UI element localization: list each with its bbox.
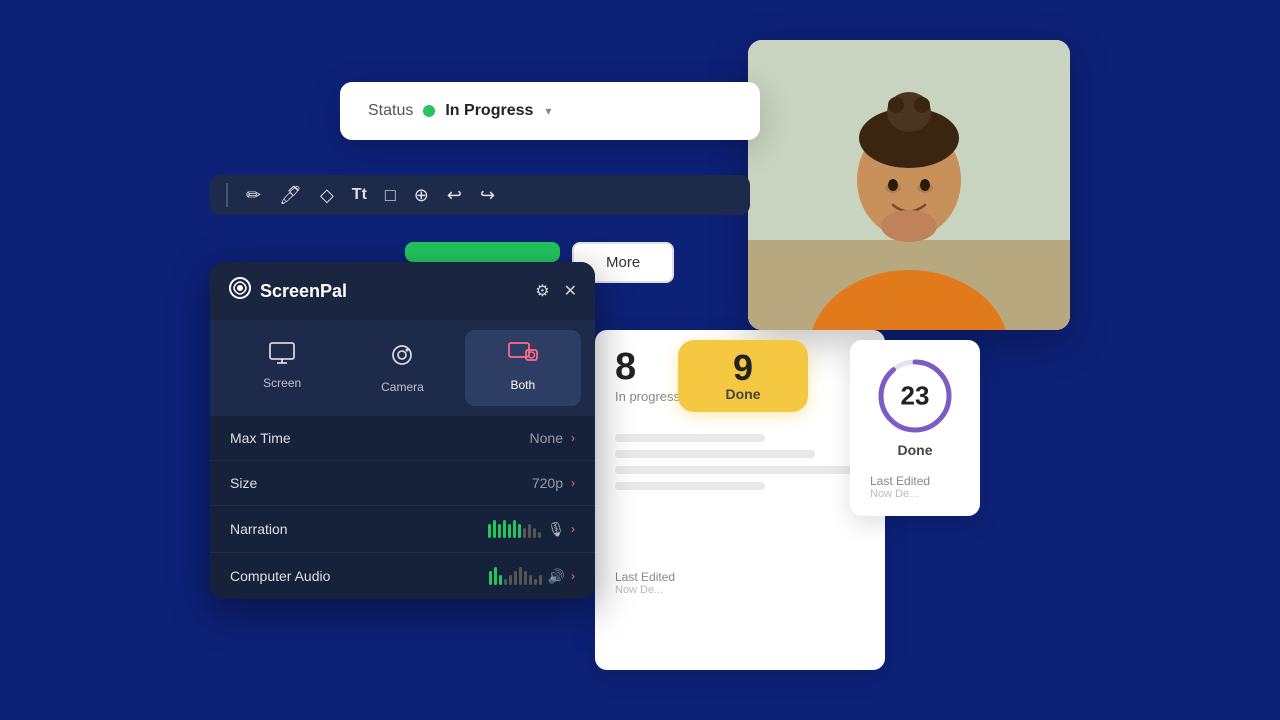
screenpal-panel: ScreenPal ⚙ ✕ Screen <box>210 262 595 599</box>
computer-audio-bars <box>489 567 542 585</box>
narration-bars <box>488 520 541 538</box>
panel-header-icons: ⚙ ✕ <box>535 281 577 301</box>
undo-icon[interactable]: ↩ <box>447 186 462 204</box>
last-edited-title: Last Edited <box>870 474 960 488</box>
done-badge-label: Done <box>726 386 761 402</box>
status-chevron-icon[interactable]: ▾ <box>545 104 551 118</box>
audio-bar <box>499 575 502 585</box>
audio-bar <box>533 528 536 538</box>
audio-bar <box>493 520 496 538</box>
done-badge-number: 9 <box>733 350 753 386</box>
audio-bar <box>509 575 512 585</box>
toolbar-divider <box>226 183 228 207</box>
eraser-icon[interactable]: ◇ <box>320 186 334 204</box>
shape-icon[interactable]: □ <box>385 186 396 204</box>
done-circle-card: 23 Done Last Edited Now De... <box>850 340 980 516</box>
zoom-icon[interactable]: ⊕ <box>414 186 429 204</box>
status-card: Status In Progress ▾ <box>340 82 760 140</box>
size-value: 720p <box>532 475 563 491</box>
circle-label: Done <box>898 442 933 458</box>
computer-audio-chevron-icon: › <box>571 569 575 583</box>
audio-bar <box>498 524 501 538</box>
redo-icon[interactable]: ↪ <box>480 186 495 204</box>
computer-audio-label: Computer Audio <box>230 568 489 584</box>
narration-chevron-icon: › <box>571 522 575 536</box>
audio-bar <box>514 571 517 585</box>
panel-header: ScreenPal ⚙ ✕ <box>210 262 595 320</box>
text-icon[interactable]: Tt <box>352 187 367 203</box>
audio-bar <box>488 524 491 538</box>
setting-computer-audio[interactable]: Computer Audio 🔊 › <box>210 553 595 599</box>
audio-bar <box>538 532 541 538</box>
audio-bar <box>528 524 531 538</box>
audio-bar <box>534 579 537 585</box>
screen-label: Screen <box>263 376 301 390</box>
audio-bar <box>524 571 527 585</box>
circle-number: 23 <box>901 381 930 412</box>
maxtime-label: Max Time <box>230 430 530 446</box>
audio-bar <box>508 524 511 538</box>
maxtime-chevron-icon: › <box>571 431 575 445</box>
settings-area: Max Time None › Size 720p › Narration 🎙 … <box>210 416 595 599</box>
audio-bar <box>489 571 492 585</box>
mode-camera[interactable]: Camera <box>344 330 460 406</box>
narration-label: Narration <box>230 521 488 537</box>
mode-both[interactable]: Both <box>465 330 581 406</box>
pen-icon[interactable]: ✏ <box>246 186 261 204</box>
setting-narration[interactable]: Narration 🎙 › <box>210 506 595 553</box>
status-dot <box>423 105 435 117</box>
highlighter-icon[interactable]: 🖊 <box>279 186 302 204</box>
size-chevron-icon: › <box>571 476 575 490</box>
setting-size[interactable]: Size 720p › <box>210 461 595 506</box>
mode-selector: Screen Camera Both <box>210 320 595 416</box>
last-edited-value: Now De... <box>615 584 865 596</box>
speaker-icon: 🔊 <box>548 568 565 585</box>
logo-text: ScreenPal <box>260 281 347 302</box>
audio-bar <box>529 575 532 585</box>
size-label: Size <box>230 475 532 491</box>
audio-bar <box>504 579 507 585</box>
close-icon[interactable]: ✕ <box>564 281 577 301</box>
camera-label: Camera <box>381 380 424 394</box>
audio-bar <box>503 520 506 538</box>
both-icon <box>508 342 538 372</box>
audio-bar <box>494 567 497 585</box>
mode-screen[interactable]: Screen <box>224 330 340 406</box>
audio-bar <box>519 567 522 585</box>
logo-icon <box>228 276 252 306</box>
camera-icon <box>389 342 415 374</box>
audio-bar <box>518 524 521 538</box>
microphone-icon: 🎙 <box>547 521 565 538</box>
photo-card <box>748 40 1070 330</box>
last-edited-label: Last Edited <box>615 570 865 584</box>
audio-bar <box>539 575 542 585</box>
both-label: Both <box>510 378 535 392</box>
setting-maxtime[interactable]: Max Time None › <box>210 416 595 461</box>
status-label: Status <box>368 102 413 120</box>
maxtime-value: None <box>530 430 563 446</box>
circle-progress: 23 <box>875 356 955 436</box>
settings-icon[interactable]: ⚙ <box>535 281 549 301</box>
last-edited-value: Now De... <box>870 488 960 500</box>
toolbar: ✏ 🖊 ◇ Tt □ ⊕ ↩ ↪ <box>210 175 750 215</box>
screen-icon <box>269 342 295 370</box>
audio-bar <box>523 528 526 538</box>
green-button[interactable] <box>405 242 560 262</box>
panel-logo: ScreenPal <box>228 276 347 306</box>
audio-bar <box>513 520 516 538</box>
done-badge-yellow: 9 Done <box>678 340 808 412</box>
status-value: In Progress <box>445 102 533 120</box>
